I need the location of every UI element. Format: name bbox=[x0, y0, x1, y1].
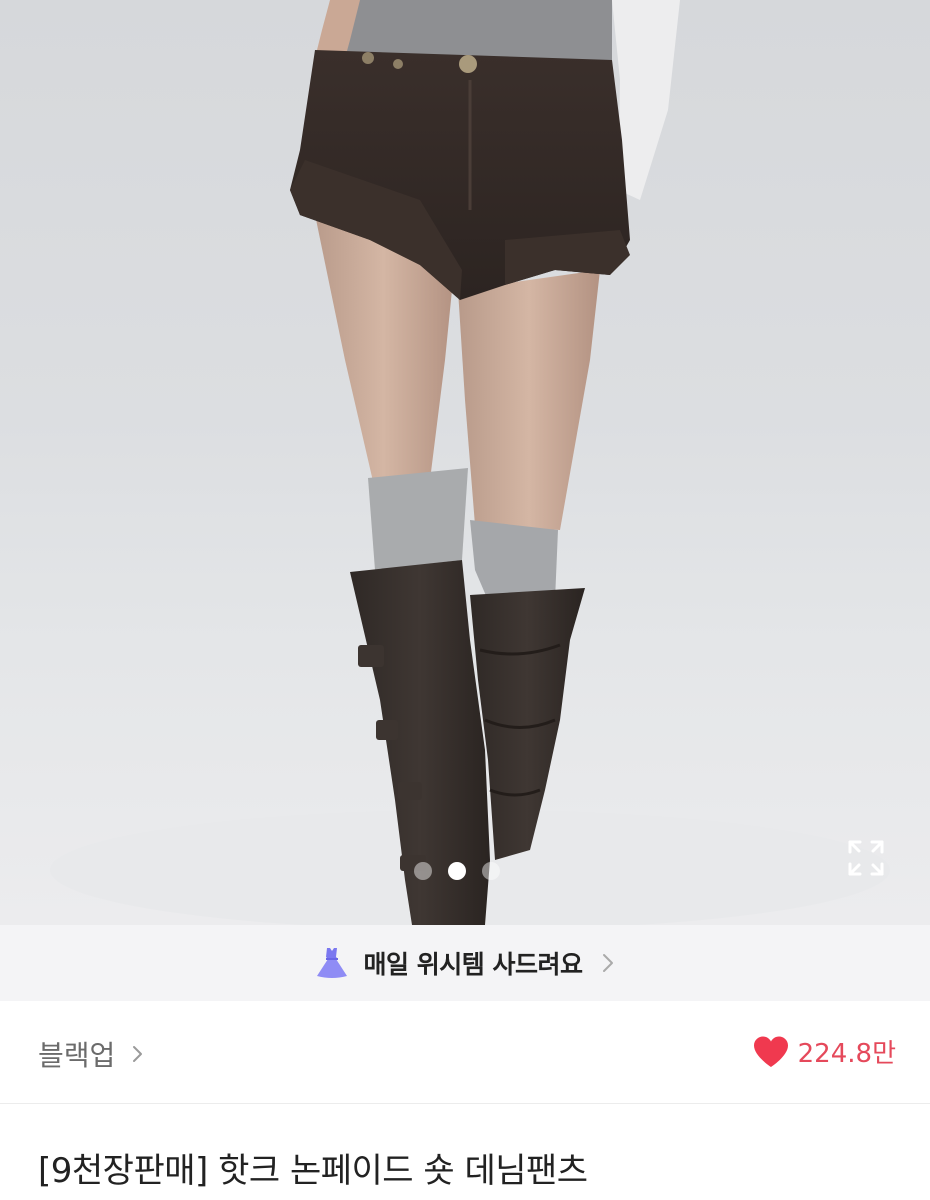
product-detail-page: 매일 위시템 사드려요 블랙업 224.8만 [9천장판매] 핫크 논페이드 숏… bbox=[0, 0, 930, 1200]
dress-icon bbox=[316, 948, 347, 978]
product-photo bbox=[50, 0, 890, 925]
like-button[interactable]: 224.8만 bbox=[752, 1033, 896, 1070]
carousel-dot-3[interactable] bbox=[482, 862, 500, 880]
expand-icon bbox=[848, 840, 884, 876]
like-count: 224.8만 bbox=[797, 1039, 896, 1069]
fullscreen-expand-button[interactable] bbox=[846, 838, 886, 878]
chevron-right-icon bbox=[133, 1046, 143, 1062]
shop-info-row: 블랙업 224.8만 bbox=[0, 1001, 930, 1104]
carousel-indicator bbox=[414, 862, 500, 880]
product-image-viewer[interactable] bbox=[0, 0, 930, 925]
heart-icon bbox=[753, 1036, 788, 1067]
carousel-dot-2[interactable] bbox=[448, 862, 466, 880]
shop-link[interactable]: 블랙업 bbox=[38, 1034, 145, 1074]
promo-banner-text: 매일 위시템 사드려요 bbox=[363, 950, 583, 979]
product-title: [9천장판매] 핫크 논페이드 숏 데님팬츠 bbox=[38, 1151, 588, 1191]
carousel-dot-1[interactable] bbox=[414, 862, 432, 880]
chevron-right-icon bbox=[603, 954, 614, 972]
wish-item-promo-banner[interactable]: 매일 위시템 사드려요 bbox=[0, 925, 930, 1001]
shop-name: 블랙업 bbox=[38, 1039, 116, 1072]
